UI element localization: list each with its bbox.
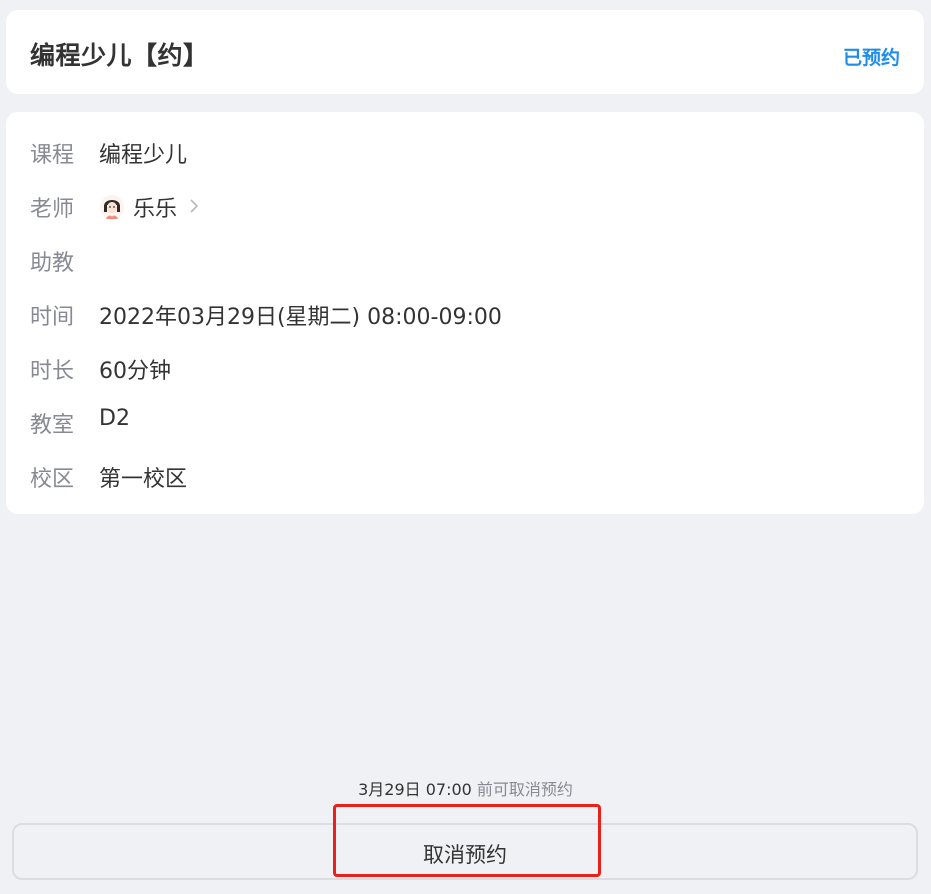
time-value: 2022年03月29日(星期二) 08:00-09:00 [99,305,502,330]
teacher-link[interactable]: 乐乐 [99,191,199,223]
chevron-right-icon[interactable] [189,197,199,217]
page-title: 编程少儿【约】 [30,41,209,70]
time-row: 时间 2022年03月29日(星期二) 08:00-09:00 [30,300,502,330]
cancel-deadline-tip: 3月29日 07:00 前可取消预约 [0,776,931,800]
time-label: 时间 [30,305,75,330]
teacher-avatar-icon [99,194,125,220]
course-value: 编程少儿 [99,143,188,168]
teacher-label: 老师 [30,197,75,222]
assistant-row: 助教 [30,246,99,276]
course-row: 课程 编程少儿 [30,138,187,168]
assistant-label: 助教 [30,251,75,276]
classroom-label: 教室 [30,413,75,438]
teacher-value[interactable]: 乐乐 [133,191,177,223]
duration-label: 时长 [30,359,75,384]
campus-label: 校区 [30,467,75,492]
header-card: 编程少儿【约】 已预约 [6,10,924,94]
classroom-row: 教室 D2 [30,405,130,439]
cancel-deadline-time: 3月29日 07:00 [358,780,472,799]
highlight-box [333,804,601,877]
duration-value: 60分钟 [99,359,171,384]
duration-row: 时长 60分钟 [30,354,171,384]
classroom-value: D2 [99,405,130,431]
campus-row: 校区 第一校区 [30,462,187,492]
cancel-deadline-text: 前可取消预约 [471,780,573,799]
teacher-row[interactable]: 老师 乐乐 [30,192,199,222]
status-badge: 已预约 [842,47,900,69]
detail-card: 课程 编程少儿 老师 乐乐 助教 时间 2022年03月29日(星期二) 08:… [6,112,924,514]
campus-value: 第一校区 [99,467,188,492]
course-label: 课程 [30,143,75,168]
